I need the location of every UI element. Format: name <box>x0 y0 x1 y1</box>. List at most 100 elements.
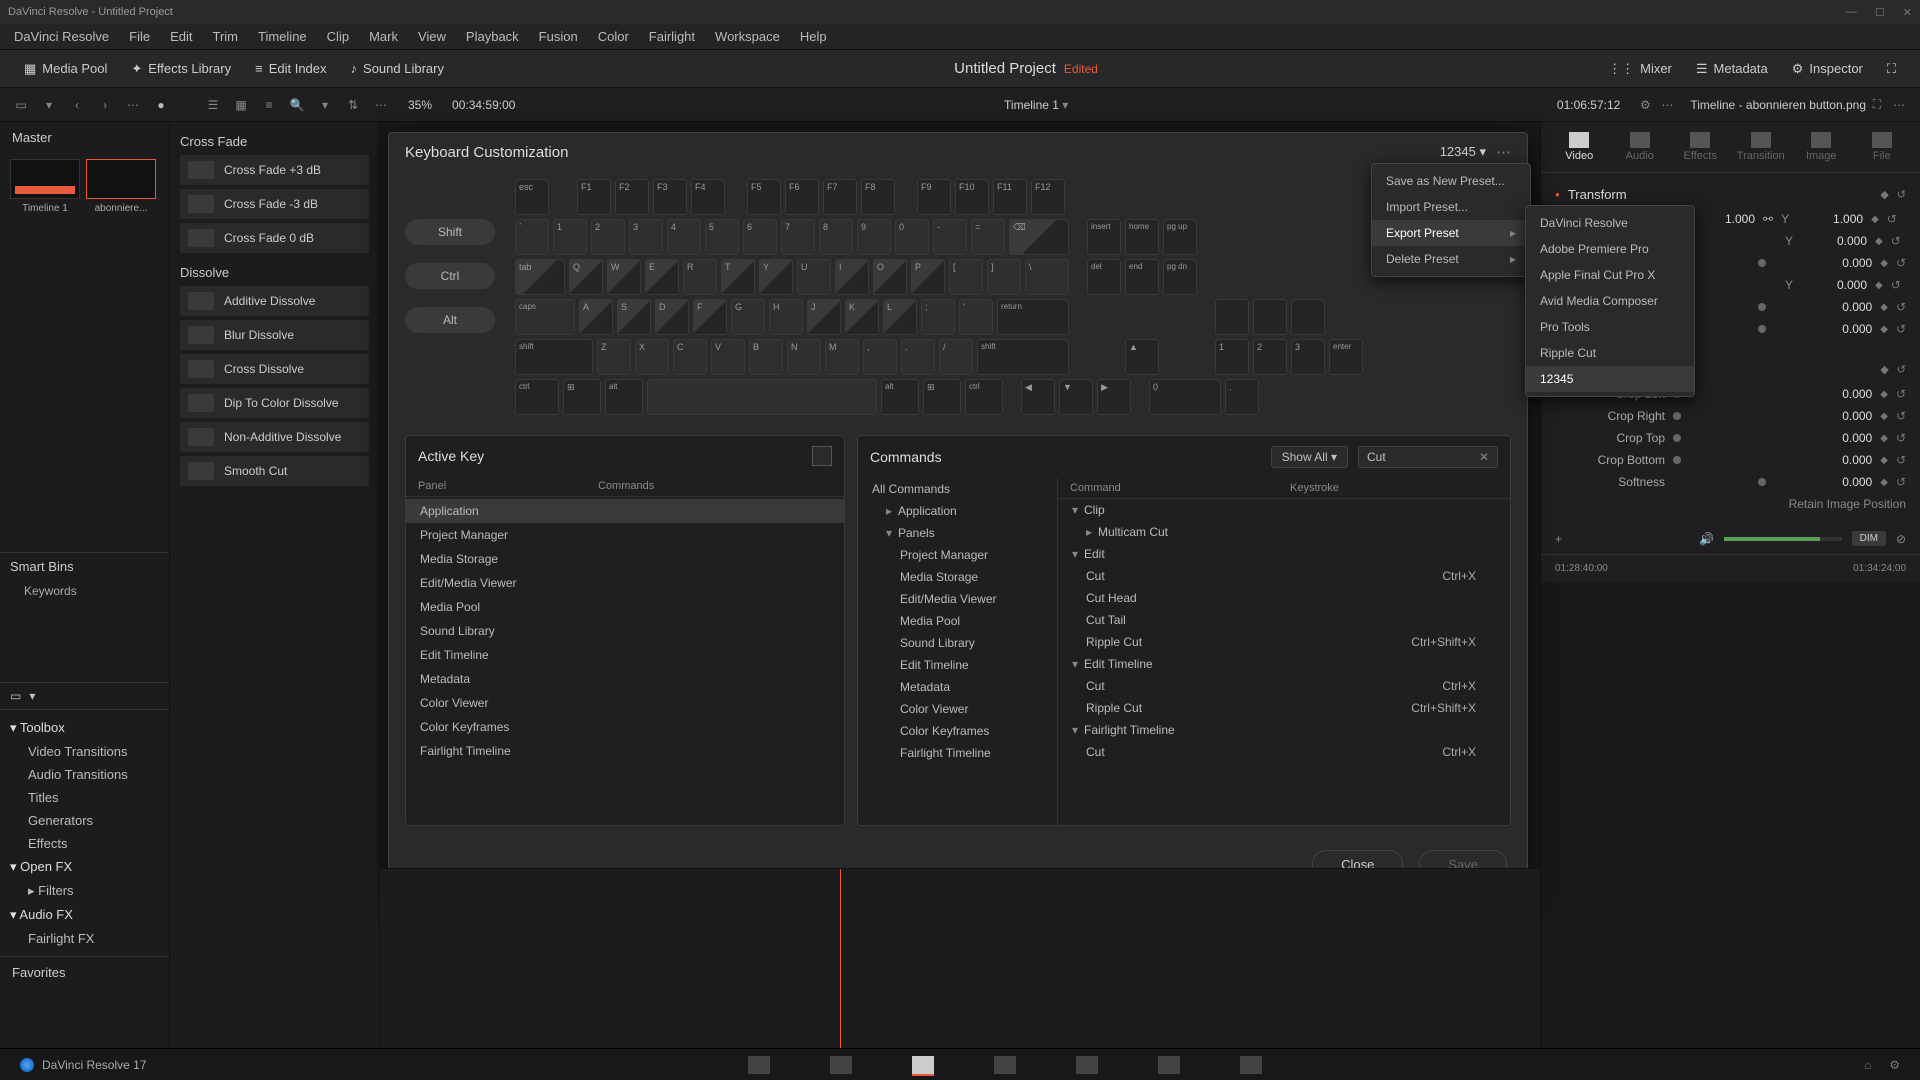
cmd-item[interactable]: Cut Tail <box>1058 609 1510 631</box>
transition-item[interactable]: Blur Dissolve <box>180 320 369 350</box>
keyboard-key[interactable]: ] <box>987 259 1021 295</box>
menu-item[interactable]: Edit <box>160 29 202 44</box>
transition-item[interactable]: Additive Dissolve <box>180 286 369 316</box>
keyboard-key[interactable]: J <box>807 299 841 335</box>
cmd-group[interactable]: ▾Edit Timeline <box>1058 653 1510 675</box>
volume-slider[interactable] <box>1724 537 1841 541</box>
value-field[interactable]: 0.000 <box>1812 322 1872 336</box>
tree-item[interactable]: Project Manager <box>858 544 1057 566</box>
strip-view-icon[interactable]: ≡ <box>258 94 280 116</box>
slider-handle[interactable] <box>1673 412 1681 420</box>
keyboard-key[interactable]: N <box>787 339 821 375</box>
page-color[interactable] <box>1076 1056 1098 1074</box>
keyframe-icon[interactable]: ◆ <box>1880 411 1888 422</box>
keyboard-key[interactable]: return <box>997 299 1069 335</box>
fx-category[interactable]: Generators <box>10 809 159 832</box>
keyboard-key[interactable]: alt <box>605 379 643 415</box>
keyboard-key[interactable]: F8 <box>861 179 895 215</box>
keyboard-key[interactable]: 9 <box>857 219 891 255</box>
menu-item[interactable]: Fusion <box>529 29 588 44</box>
chevron-down-icon[interactable]: ▾ <box>314 94 336 116</box>
menu-item[interactable]: Fairlight <box>639 29 705 44</box>
modifier-alt[interactable]: Alt <box>405 307 495 333</box>
keyboard-key[interactable]: V <box>711 339 745 375</box>
preset-dropdown[interactable]: 12345 ▾ <box>1440 144 1486 160</box>
edit-index-toggle[interactable]: ≡Edit Index <box>243 61 338 76</box>
keyframe-icon[interactable]: ◆ <box>1880 258 1888 269</box>
keyboard-key[interactable]: 5 <box>705 219 739 255</box>
bin-view-icon[interactable]: ▭ <box>10 689 21 703</box>
clip-thumbnail[interactable]: Timeline 1 <box>10 159 80 214</box>
keyboard-key[interactable]: F7 <box>823 179 857 215</box>
next-icon[interactable]: › <box>94 94 116 116</box>
panel-row[interactable]: Sound Library <box>406 619 844 643</box>
keyboard-key[interactable]: W <box>607 259 641 295</box>
reset-icon[interactable]: ↺ <box>1897 363 1906 376</box>
tree-item[interactable]: All Commands <box>858 478 1057 500</box>
cmd-item[interactable]: Cut Head <box>1058 587 1510 609</box>
menu-item-import-preset[interactable]: Import Preset... <box>1372 194 1530 220</box>
keyboard-key[interactable]: F11 <box>993 179 1027 215</box>
keyboard-key[interactable]: H <box>769 299 803 335</box>
minimize-icon[interactable]: — <box>1846 6 1857 19</box>
tree-item[interactable]: Color Viewer <box>858 698 1057 720</box>
zoom-x-field[interactable]: 1.000 <box>1695 212 1755 226</box>
value-field[interactable]: 0.000 <box>1812 475 1872 489</box>
keyboard-key[interactable]: S <box>617 299 651 335</box>
value-field[interactable]: 0.000 <box>1812 300 1872 314</box>
cmd-item[interactable]: CutCtrl+X <box>1058 675 1510 697</box>
menu-item[interactable]: Clip <box>317 29 359 44</box>
toolbox-header[interactable]: ▾ Toolbox <box>10 716 159 740</box>
transition-item[interactable]: Smooth Cut <box>180 456 369 486</box>
keyboard-key[interactable]: home <box>1125 219 1159 255</box>
menu-item[interactable]: View <box>408 29 456 44</box>
media-pool-toggle[interactable]: ▦Media Pool <box>12 61 119 77</box>
keyboard-key[interactable]: caps <box>515 299 575 335</box>
gear-icon[interactable]: ⚙ <box>1634 94 1656 116</box>
keyboard-key[interactable]: ` <box>515 219 549 255</box>
reset-icon[interactable]: ↺ <box>1896 409 1906 423</box>
keyboard-key[interactable]: F1 <box>577 179 611 215</box>
keyboard-key[interactable]: shift <box>977 339 1069 375</box>
keyboard-key[interactable]: ▶ <box>1097 379 1131 415</box>
reset-icon[interactable]: ↺ <box>1896 322 1906 336</box>
zoom-y-field[interactable]: 1.000 <box>1803 212 1863 226</box>
cmd-group[interactable]: ▾Clip <box>1058 499 1510 521</box>
effects-library-toggle[interactable]: ✦Effects Library <box>119 61 243 77</box>
keyboard-key[interactable]: / <box>939 339 973 375</box>
keyframe-icon[interactable]: ◆ <box>1880 363 1888 376</box>
playhead[interactable] <box>840 869 841 1048</box>
keyboard-key[interactable]: I <box>835 259 869 295</box>
panel-row[interactable]: Color Viewer <box>406 691 844 715</box>
clear-search-icon[interactable]: ✕ <box>1479 450 1489 464</box>
reset-icon[interactable]: ↺ <box>1891 278 1901 292</box>
panel-row[interactable]: Edit Timeline <box>406 643 844 667</box>
keyboard-key[interactable]: ; <box>921 299 955 335</box>
reset-icon[interactable]: ↺ <box>1896 431 1906 445</box>
keyboard-key[interactable]: 0 <box>1149 379 1221 415</box>
search-icon[interactable]: 🔍 <box>286 94 308 116</box>
keyboard-key[interactable]: ◀ <box>1021 379 1055 415</box>
cmd-item[interactable]: CutCtrl+X <box>1058 741 1510 763</box>
mute-icon[interactable]: ⊘ <box>1896 532 1906 546</box>
value-field[interactable]: 0.000 <box>1807 234 1867 248</box>
dim-button[interactable]: DIM <box>1852 531 1886 546</box>
keyboard-key[interactable]: [ <box>949 259 983 295</box>
panel-row[interactable]: Metadata <box>406 667 844 691</box>
keyboard-key[interactable]: F <box>693 299 727 335</box>
bin-view-icon[interactable]: ▭ <box>10 94 32 116</box>
keyframe-icon[interactable]: ◆ <box>1875 236 1883 247</box>
panel-row[interactable]: Media Storage <box>406 547 844 571</box>
keyboard-key[interactable] <box>1253 299 1287 335</box>
tree-item[interactable]: Media Storage <box>858 566 1057 588</box>
submenu-item[interactable]: Ripple Cut <box>1526 340 1694 366</box>
submenu-item[interactable]: Apple Final Cut Pro X <box>1526 262 1694 288</box>
keyboard-key[interactable]: enter <box>1329 339 1363 375</box>
reset-icon[interactable]: ↺ <box>1896 387 1906 401</box>
smart-bins-header[interactable]: Smart Bins <box>0 552 169 580</box>
keyframe-icon[interactable]: ◆ <box>1880 455 1888 466</box>
inspector-tab-transition[interactable]: Transition <box>1733 126 1790 172</box>
keyboard-key[interactable]: Y <box>759 259 793 295</box>
clip-thumbnail[interactable]: abonniere... <box>86 159 156 214</box>
keyboard-key[interactable]: 3 <box>1291 339 1325 375</box>
